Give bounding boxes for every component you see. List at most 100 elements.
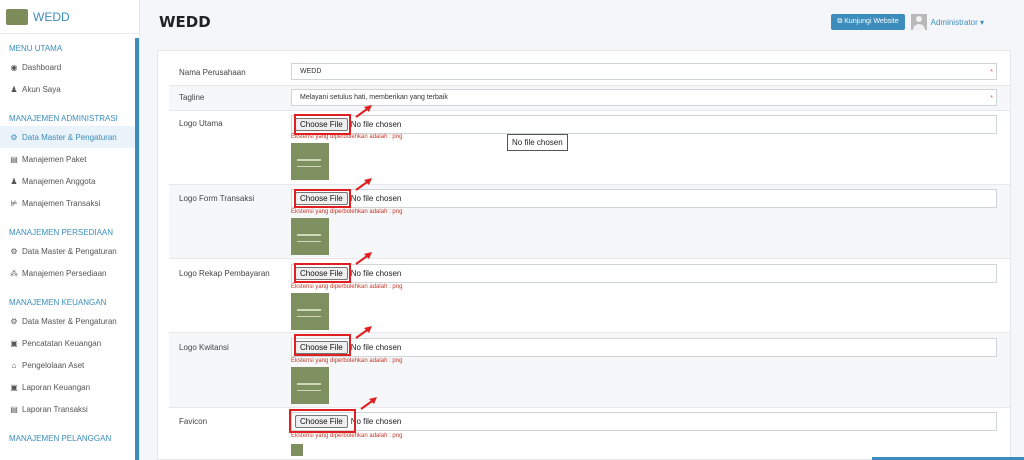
company-name-value: WEDD xyxy=(300,68,322,75)
annotation-box xyxy=(294,114,351,135)
sidebar-item[interactable]: ▣ Laporan Keuangan xyxy=(0,376,135,398)
sidebar-section-header: MANAJEMEN ADMINISTRASI xyxy=(9,114,118,123)
no-file-text: No file chosen xyxy=(350,269,402,278)
logo-rekap-pembayaran-file-input[interactable]: Choose File No file chosen xyxy=(291,264,997,283)
logo-preview xyxy=(291,367,329,404)
user-avatar[interactable] xyxy=(910,14,927,30)
logo-form-transaksi-label: Logo Form Transaksi xyxy=(179,194,255,203)
favicon-file-input[interactable]: Choose File No file chosen xyxy=(291,412,997,431)
palette-icon: ◉ xyxy=(10,62,18,72)
users-icon: ♟ xyxy=(10,176,18,186)
annotation-arrow xyxy=(355,252,372,265)
extension-hint: Ekstensi yang diperbolehkan adalah : png xyxy=(291,209,403,215)
user-menu[interactable]: Administrator ▾ xyxy=(931,18,984,27)
boxes-icon: ⁂ xyxy=(10,268,18,278)
visit-website-button[interactable]: ⧉ Kunjungi Website xyxy=(831,14,905,30)
money-icon: ▣ xyxy=(10,338,18,348)
annotation-box xyxy=(294,189,351,208)
money-icon: ▣ xyxy=(10,382,18,392)
no-file-text: No file chosen xyxy=(350,194,402,203)
required-mark: * xyxy=(990,69,993,76)
company-name-row: Nama Perusahaan WEDD * xyxy=(169,60,1010,86)
tagline-label: Tagline xyxy=(179,93,205,102)
sidebar-item[interactable]: ⚙ Data Master & Pengaturan xyxy=(0,240,135,262)
user-icon: ♟ xyxy=(10,84,18,94)
logo-utama-label: Logo Utama xyxy=(179,119,223,128)
extension-hint: Ekstensi yang diperbolehkan adalah : png xyxy=(291,358,403,364)
book-icon: ▤ xyxy=(10,404,18,414)
top-header: WEDD ⧉ Kunjungi Website Administrator ▾ xyxy=(140,0,1024,44)
sidebar: WEDD MENU UTAMA ◉ Dashboard ♟ Akun Saya MANAJ… xyxy=(0,0,140,460)
logo-rekap-pembayaran-label: Logo Rekap Pembayaran xyxy=(179,269,270,278)
sidebar-item-label: Akun Saya xyxy=(22,84,61,94)
sidebar-item-label: Manajemen Anggota xyxy=(22,176,96,186)
no-file-text: No file chosen xyxy=(350,343,402,352)
logo-kwitansi-label: Logo Kwitansi xyxy=(179,343,229,352)
extension-hint: Ekstensi yang diperbolehkan adalah : png xyxy=(291,433,403,439)
extension-hint: Ekstensi yang diperbolehkan adalah : png xyxy=(291,284,403,290)
logo-form-transaksi-file-input[interactable]: Choose File No file chosen xyxy=(291,189,997,208)
company-name-input[interactable]: WEDD * xyxy=(291,63,997,80)
no-file-text: No file chosen xyxy=(350,120,402,129)
sidebar-item-label: Pengelolaan Aset xyxy=(22,360,85,370)
sidebar-item-label: Manajemen Persediaan xyxy=(22,268,107,278)
sidebar-section-header: MANAJEMEN PELANGGAN xyxy=(9,434,112,443)
box-icon: ⌂ xyxy=(11,360,17,370)
brand-logo xyxy=(6,8,28,25)
sidebar-section-header: MANAJEMEN PERSEDIAAN xyxy=(9,228,114,237)
sidebar-item[interactable]: ⚙ Data Master & Pengaturan xyxy=(0,310,135,332)
sidebar-item-label: Manajemen Paket xyxy=(22,154,87,164)
company-name-label: Nama Perusahaan xyxy=(179,68,246,77)
logo-preview xyxy=(291,218,329,255)
sidebar-item-label: Laporan Keuangan xyxy=(22,382,91,392)
sidebar-item[interactable]: ⌂ Pengelolaan Aset xyxy=(0,354,135,376)
sidebar-item-label: Dashboard xyxy=(22,62,62,72)
brand-name: WEDD xyxy=(33,9,70,24)
sidebar-item[interactable]: ⁂ Manajemen Persediaan xyxy=(0,262,135,284)
logo-preview xyxy=(291,143,329,180)
tagline-row: Tagline Melayani setulus hati, memberika… xyxy=(169,86,1010,111)
sidebar-item[interactable]: ▤ Laporan Transaksi xyxy=(0,398,135,420)
annotation-box xyxy=(294,334,351,356)
sidebar-item[interactable]: ◉ Dashboard xyxy=(0,56,135,78)
sidebar-scrollbar[interactable] xyxy=(135,38,139,460)
sidebar-item[interactable]: ▤ Manajemen Paket xyxy=(0,148,135,170)
sidebar-menu: MENU UTAMA ◉ Dashboard ♟ Akun Saya MANAJEMEN … xyxy=(0,34,139,446)
cogs-icon: ⚙ xyxy=(10,246,18,256)
annotation-arrow xyxy=(355,178,372,191)
brand[interactable]: WEDD xyxy=(0,0,139,34)
favicon-preview xyxy=(291,444,303,456)
sidebar-section-header: MANAJEMEN KEUANGAN xyxy=(9,298,107,307)
favicon-label: Favicon xyxy=(179,417,208,426)
sidebar-item[interactable]: ▣ Pencatatan Keuangan xyxy=(0,332,135,354)
annotation-arrow xyxy=(355,105,372,118)
tagline-value: Melayani setulus hati, memberikan yang t… xyxy=(300,94,448,101)
settings-form: Nama Perusahaan WEDD * Tagline Melayani … xyxy=(157,50,1011,460)
file-input-tooltip: No file chosen xyxy=(507,134,568,151)
sidebar-item[interactable]: ⚙ Data Master & Pengaturan xyxy=(0,126,135,148)
annotation-arrow xyxy=(360,397,377,410)
sidebar-item[interactable]: ♟ Manajemen Anggota xyxy=(0,170,135,192)
sidebar-item[interactable]: ♟ Akun Saya xyxy=(0,78,135,100)
visit-website-label: Kunjungi Website xyxy=(844,18,899,25)
cogs-icon: ⚙ xyxy=(10,132,18,142)
annotation-box xyxy=(294,263,351,283)
sidebar-item-label: Laporan Transaksi xyxy=(22,404,88,414)
no-file-text: No file chosen xyxy=(350,417,402,426)
tagline-input[interactable]: Melayani setulus hati, memberikan yang t… xyxy=(291,89,997,106)
logo-utama-file-input[interactable]: Choose File No file chosen xyxy=(291,115,997,134)
logo-kwitansi-file-input[interactable]: Choose File No file chosen xyxy=(291,338,997,357)
sidebar-item[interactable]: ⊭ Manajemen Transaksi xyxy=(0,192,135,214)
sidebar-item-label: Data Master & Pengaturan xyxy=(22,316,117,326)
logo-preview xyxy=(291,293,329,330)
sidebar-section-header: MENU UTAMA xyxy=(9,44,63,53)
book-icon: ▤ xyxy=(10,154,18,164)
page-title: WEDD xyxy=(159,13,211,31)
cogs-icon: ⚙ xyxy=(10,316,18,326)
dolly-icon: ⊭ xyxy=(10,198,18,208)
required-mark: * xyxy=(990,95,993,102)
sidebar-item-label: Manajemen Transaksi xyxy=(22,198,101,208)
sidebar-item-label: Data Master & Pengaturan xyxy=(22,132,117,142)
sidebar-item-label: Pencatatan Keuangan xyxy=(22,338,102,348)
annotation-arrow xyxy=(355,326,372,339)
